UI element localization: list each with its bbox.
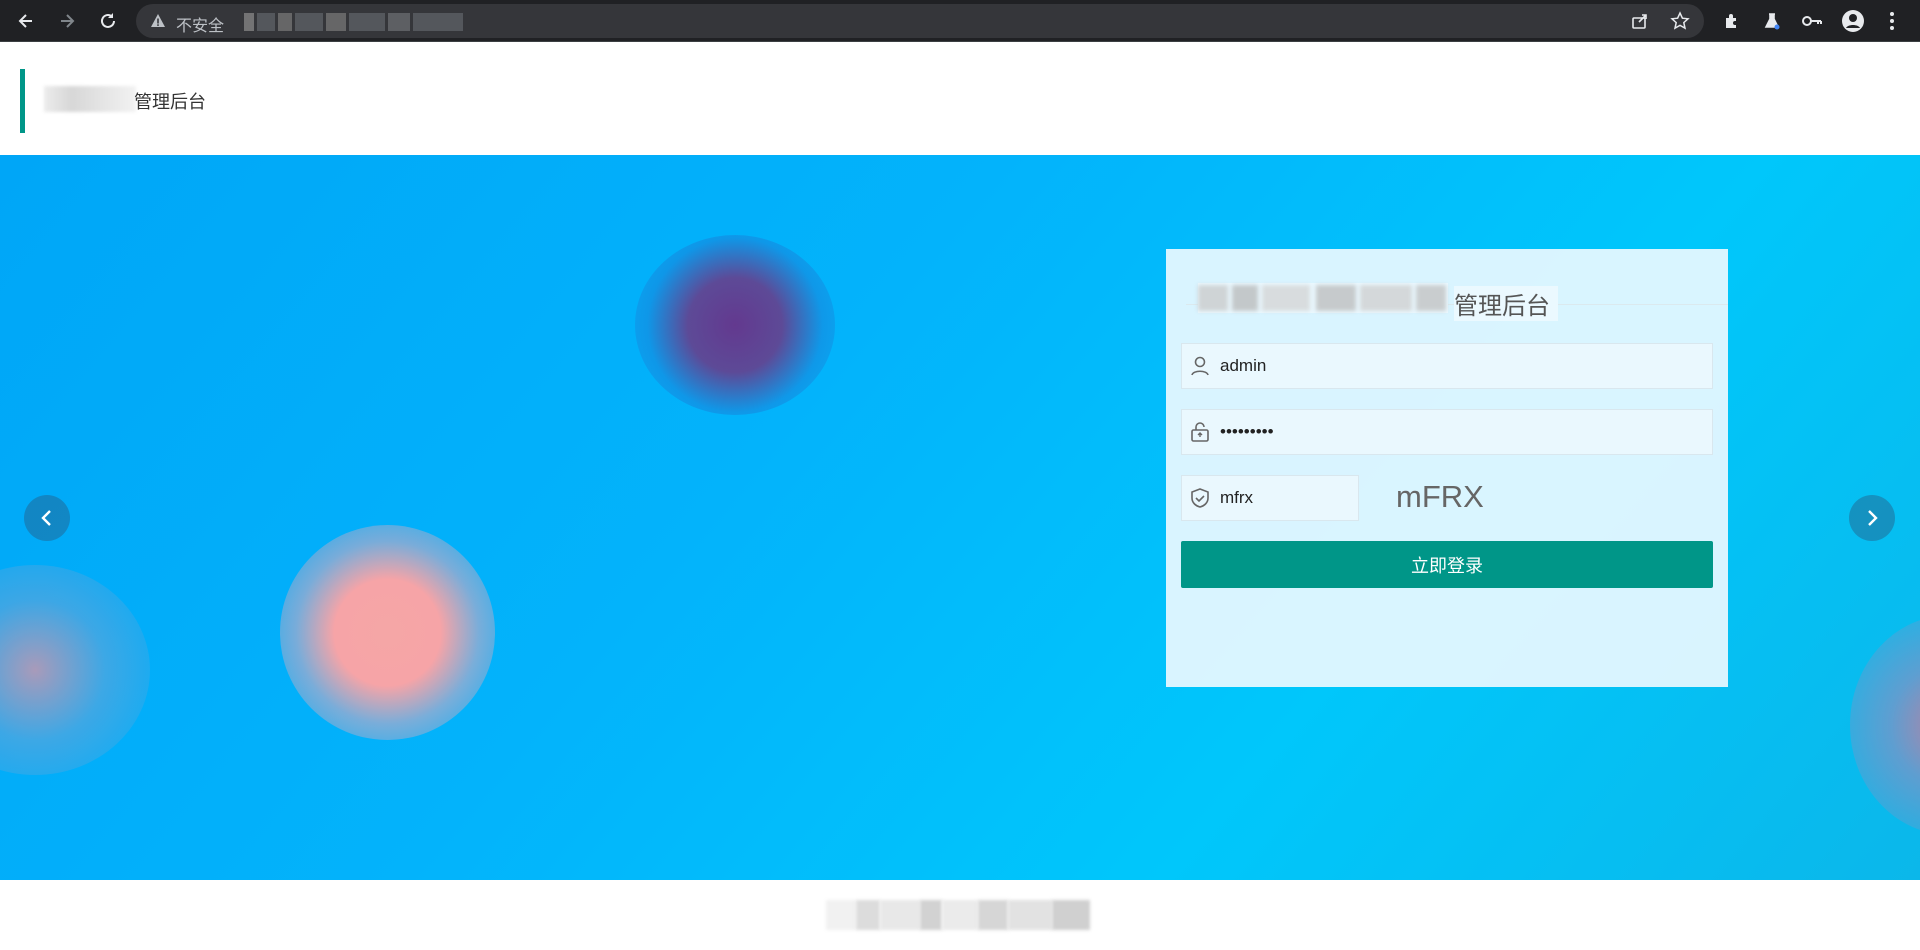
chevron-right-icon xyxy=(1868,510,1878,526)
footer-text-redacted xyxy=(826,900,1090,930)
share-icon[interactable] xyxy=(1630,11,1650,36)
reload-icon[interactable] xyxy=(94,7,122,35)
shield-check-icon xyxy=(1191,488,1209,508)
brand-accent-bar xyxy=(20,69,25,133)
lock-icon xyxy=(1191,422,1209,442)
labs-flask-icon[interactable] xyxy=(1758,7,1786,35)
captcha-image[interactable]: mFRX xyxy=(1396,479,1484,515)
bokeh-left xyxy=(0,565,150,775)
carousel-prev-button[interactable] xyxy=(24,495,70,541)
captcha-field[interactable] xyxy=(1181,475,1359,521)
captcha-input[interactable] xyxy=(1220,476,1350,520)
login-title: 管理后台 xyxy=(1454,286,1558,321)
password-key-icon[interactable] xyxy=(1798,7,1826,35)
bookmark-star-icon[interactable] xyxy=(1670,11,1690,36)
bokeh-right xyxy=(1850,615,1920,835)
carousel-next-button[interactable] xyxy=(1849,495,1895,541)
security-status[interactable]: 不安全 xyxy=(176,12,224,36)
warning-icon xyxy=(150,13,166,34)
bokeh-pink xyxy=(280,525,495,740)
extensions-icon[interactable] xyxy=(1718,7,1746,35)
site-footer xyxy=(0,880,1920,950)
url-redacted xyxy=(244,13,544,31)
menu-dots-icon[interactable] xyxy=(1878,7,1906,35)
chevron-left-icon xyxy=(41,510,51,526)
browser-toolbar: 不安全 xyxy=(0,0,1920,42)
address-bar[interactable]: 不安全 xyxy=(136,4,1704,38)
forward-icon[interactable] xyxy=(53,7,81,35)
site-header: 管理后台 xyxy=(0,42,1920,155)
brand-name-redacted xyxy=(44,86,136,112)
profile-avatar-icon[interactable] xyxy=(1839,7,1867,35)
username-field[interactable] xyxy=(1181,343,1713,389)
username-input[interactable] xyxy=(1220,344,1700,388)
login-button[interactable]: 立即登录 xyxy=(1181,541,1713,588)
back-icon[interactable] xyxy=(12,7,40,35)
site-title: 管理后台 xyxy=(134,92,206,113)
user-icon xyxy=(1191,356,1209,376)
password-input[interactable] xyxy=(1220,410,1700,454)
login-panel: 管理后台 mFRX 立即登录 xyxy=(1166,249,1728,687)
login-title-redacted xyxy=(1198,283,1448,313)
bokeh-purple xyxy=(635,235,835,415)
password-field[interactable] xyxy=(1181,409,1713,455)
hero-carousel: 管理后台 mFRX 立即登录 xyxy=(0,155,1920,880)
